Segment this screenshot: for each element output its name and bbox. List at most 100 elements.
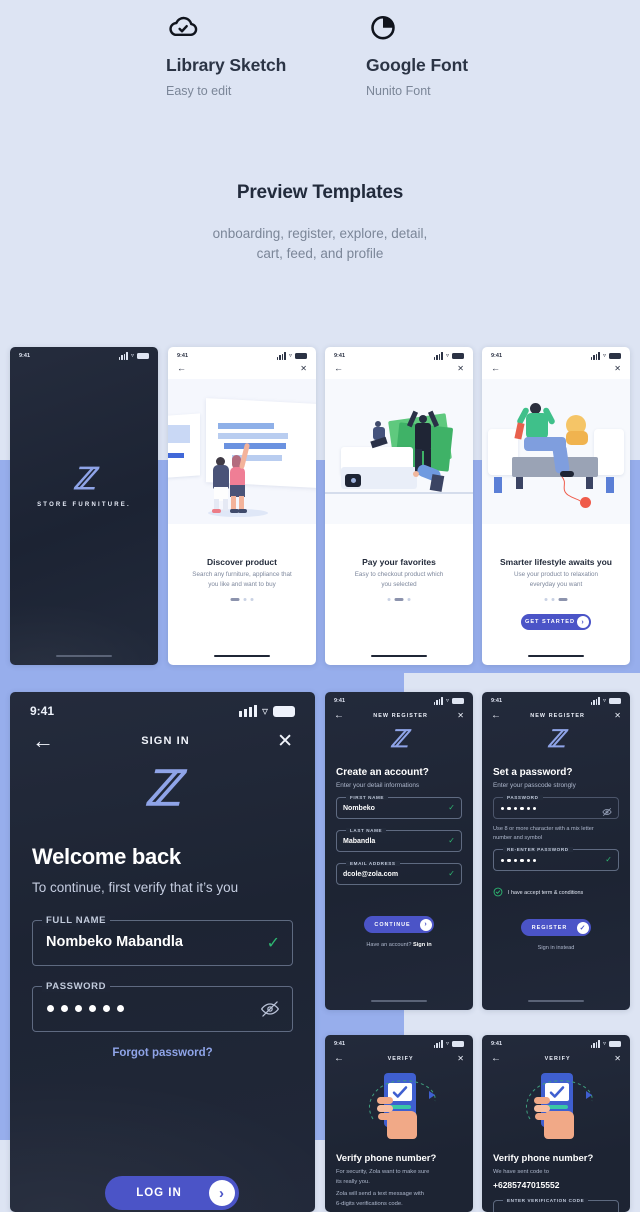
check-icon: ✓ (448, 869, 455, 878)
close-icon[interactable]: ✕ (457, 711, 464, 720)
phone-splash: 9:41 ▿ ℤ STORE FURNITURE. (10, 347, 158, 665)
password-field[interactable]: PASSWORD (493, 794, 619, 822)
onboarding-pagination[interactable] (544, 598, 568, 601)
signal-icon (276, 352, 286, 360)
home-indicator (371, 654, 427, 657)
password-field[interactable]: PASSWORD (32, 981, 293, 1032)
close-icon[interactable]: ✕ (614, 364, 621, 373)
google-font-icon (366, 10, 468, 44)
close-icon[interactable]: ✕ (277, 730, 293, 753)
register-button[interactable]: REGISTER ✓ (521, 919, 591, 936)
battery-icon (609, 352, 621, 359)
close-icon[interactable]: ✕ (614, 711, 621, 720)
eye-off-icon[interactable] (260, 999, 280, 1024)
login-button[interactable]: LOG IN › (105, 1176, 239, 1210)
pagination-dot[interactable] (407, 598, 411, 601)
arrow-left-icon[interactable]: ← (177, 363, 186, 373)
nav-bar: ← ✕ (325, 363, 473, 373)
nav-bar: ← NEW REGISTER ✕ (482, 710, 630, 721)
arrow-left-icon[interactable]: ← (334, 363, 343, 373)
close-icon[interactable]: ✕ (457, 1054, 464, 1063)
feature-title: Library Sketch (166, 55, 287, 75)
check-circle-icon[interactable] (493, 884, 503, 902)
onboarding-illustration (325, 379, 473, 524)
arrow-left-icon[interactable]: ← (491, 710, 501, 721)
onboarding-line2: you like and want to buy (208, 581, 276, 588)
arrow-left-icon[interactable]: ← (334, 710, 344, 721)
app-logo: ℤ (390, 726, 408, 753)
wifi-icon: ▿ (602, 698, 606, 705)
close-icon[interactable]: ✕ (300, 364, 307, 373)
signal-icon (590, 352, 600, 360)
pagination-dot[interactable] (551, 598, 555, 601)
fullname-field[interactable]: FULL NAME Nombeko Mabandla ✓ (32, 915, 293, 966)
close-icon[interactable]: ✕ (614, 1054, 621, 1063)
battery-icon (273, 705, 295, 717)
terms-row[interactable]: I have accept term & conditions (493, 884, 583, 902)
onboarding-line1: Search any furniture, appliance that (192, 571, 292, 578)
forgot-password-link[interactable]: Forgot password? (10, 1047, 315, 1059)
signal-icon (590, 1040, 600, 1048)
signal-icon (238, 705, 257, 717)
phone-verify-code: 9:41 ▿ ← VERIFY ✕ Verify phone number? W… (482, 1035, 630, 1212)
pagination-dot[interactable] (250, 598, 254, 601)
preview-subtitle: onboarding, register, explore, detail, c… (0, 224, 640, 264)
signal-icon (433, 352, 443, 360)
arrow-left-icon[interactable]: ← (32, 728, 54, 754)
chevron-right-icon: › (577, 616, 589, 628)
arrow-left-icon[interactable]: ← (334, 1053, 344, 1064)
battery-icon (609, 697, 621, 704)
verify-heading: Verify phone number? (336, 1153, 437, 1164)
status-time: 9:41 (30, 704, 55, 718)
nav-bar: ← NEW REGISTER ✕ (325, 710, 473, 721)
email-field[interactable]: EMAIL ADDRESS dcole@zola.com ✓ (336, 860, 462, 885)
home-indicator (371, 999, 427, 1002)
password-dots (501, 807, 537, 811)
password-hint-line2: number and symbol (493, 835, 543, 841)
battery-icon (452, 1040, 464, 1047)
onboarding-pagination[interactable] (387, 598, 411, 601)
arrow-left-icon[interactable]: ← (491, 1053, 501, 1064)
get-started-button[interactable]: GET STARTED › (521, 614, 591, 630)
battery-icon (609, 1040, 621, 1047)
pagination-dot-active[interactable] (230, 598, 240, 601)
reenter-password-field[interactable]: RE-ENTER PASSWORD ✓ (493, 846, 619, 871)
status-time: 9:41 (19, 352, 31, 359)
phone-register-password: 9:41 ▿ ← NEW REGISTER ✕ ℤ Set a password… (482, 692, 630, 1010)
close-icon[interactable]: ✕ (457, 364, 464, 373)
verify-phone-number: +6285747015552 (493, 1180, 560, 1190)
verify-line2: its really you. (336, 1179, 370, 1185)
status-icons: ▿ (433, 352, 464, 360)
check-icon: ✓ (448, 803, 455, 812)
lastname-field[interactable]: LAST NAME Mabandla ✓ (336, 827, 462, 852)
feature-google-font: Google Font Nunito Font (366, 10, 468, 98)
eye-off-icon[interactable] (602, 804, 612, 822)
pagination-dot-active[interactable] (558, 598, 568, 601)
sign-in-link[interactable]: Sign in (413, 942, 432, 948)
onboarding-line2: you selected (381, 581, 417, 588)
pagination-dot-active[interactable] (394, 598, 404, 601)
pagination-dot[interactable] (243, 598, 247, 601)
firstname-field[interactable]: FIRST NAME Nombeko ✓ (336, 794, 462, 819)
pagination-dot[interactable] (544, 598, 548, 601)
check-icon: ✓ (605, 855, 612, 864)
status-time: 9:41 (334, 352, 346, 359)
email-label: EMAIL ADDRESS (346, 860, 400, 866)
continue-button[interactable]: CONTINUE › (364, 916, 434, 933)
status-time: 9:41 (334, 697, 346, 704)
preview-section: Preview Templates onboarding, register, … (0, 182, 640, 264)
sign-in-instead-link[interactable]: Sign in instead (482, 945, 630, 951)
nav-title: VERIFY (544, 1055, 571, 1062)
home-indicator (528, 654, 584, 657)
pagination-dot[interactable] (387, 598, 391, 601)
status-bar: 9:41 ▿ (10, 347, 158, 360)
verification-code-field[interactable]: ENTER VERIFICATION CODE (493, 1197, 619, 1212)
onboarding-pagination[interactable] (230, 598, 254, 601)
home-indicator (56, 654, 112, 657)
onboarding-line1: Easy to checkout product which (354, 571, 444, 578)
arrow-left-icon[interactable]: ← (491, 363, 500, 373)
onboarding-line1: Use your product to relaxation (513, 571, 598, 578)
status-bar: 9:41 ▿ (168, 347, 316, 360)
register-footer: Have an account? Sign in (325, 942, 473, 948)
status-bar: 9:41 ▿ (325, 692, 473, 705)
